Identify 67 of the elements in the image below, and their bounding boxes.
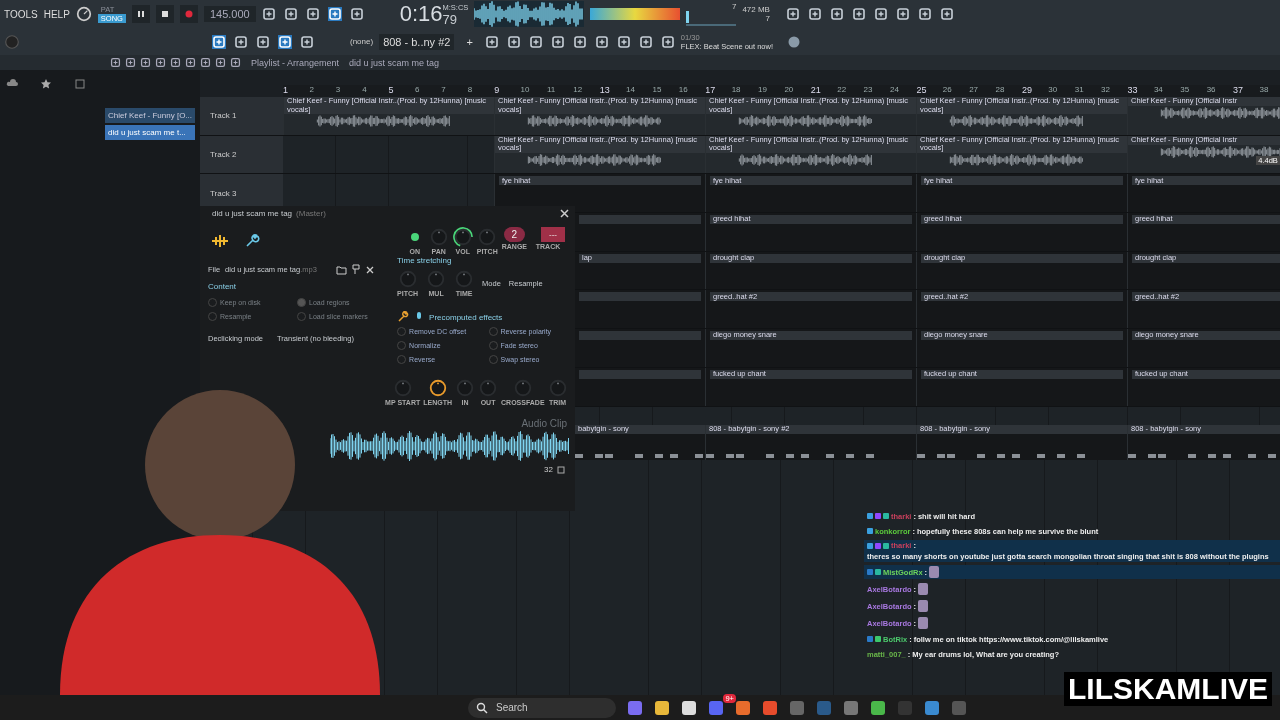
ruler-number: 18: [731, 85, 742, 96]
ruler-number: 7: [441, 85, 447, 96]
ruler-number: 15: [652, 85, 663, 96]
ruler-number: 13: [599, 85, 611, 97]
ruler-number: 37: [1233, 85, 1245, 97]
ruler-number: 23: [863, 85, 874, 96]
add-pattern-button[interactable]: +: [460, 34, 479, 49]
ruler-number: 3: [335, 85, 342, 96]
cpu-readout: 7: [731, 1, 737, 11]
ruler-number: 26: [942, 85, 953, 96]
ruler-number: 19: [758, 85, 768, 96]
track-name[interactable]: Track 2: [210, 150, 237, 160]
ruler-number: 17: [705, 85, 717, 97]
ruler-number: 8: [467, 85, 474, 96]
track-selector[interactable]: ---: [541, 227, 565, 242]
ruler-number: 27: [969, 85, 980, 96]
browser-item[interactable]: Chief Keef - Funny [O...: [105, 108, 195, 123]
polyphony-readout: 7: [765, 14, 770, 23]
ruler-number: 2: [309, 85, 315, 96]
ruler-number: 25: [916, 85, 928, 97]
ruler-number: 30: [1048, 85, 1059, 96]
ruler-number: 28: [995, 85, 1006, 96]
track-name[interactable]: Track 3: [210, 188, 237, 198]
ruler-number: 11: [546, 85, 557, 96]
time-display: 0:16: [399, 1, 443, 27]
ruler-number: 14: [626, 85, 636, 96]
memory-readout: 472 MB: [742, 5, 770, 14]
breadcrumb-item[interactable]: Playlist - Arrangement: [251, 57, 340, 68]
time-centiseconds: 79: [442, 12, 458, 27]
ruler-number: 10: [520, 85, 531, 96]
section-title: Time stretching: [397, 256, 453, 265]
ruler-number: 33: [1127, 85, 1139, 97]
menu-item[interactable]: TOOLS: [4, 8, 38, 20]
zoom-readout: 32: [544, 465, 553, 474]
range-stepper[interactable]: 2: [503, 227, 526, 242]
breadcrumb-item[interactable]: did u just scam me tag: [349, 57, 440, 68]
ruler-number: 12: [573, 85, 584, 96]
ruler-number: 31: [1074, 85, 1085, 96]
ruler-number: 4: [362, 85, 368, 96]
window-caption: Audio Clip: [521, 418, 567, 429]
ruler-number: 32: [1101, 85, 1111, 96]
ruler-number: 1: [283, 85, 289, 97]
browser-item[interactable]: did u just scam me t...: [105, 125, 195, 140]
ruler-number: 38: [1259, 85, 1270, 96]
section-title: Content: [208, 282, 238, 291]
ruler-number: 35: [1180, 85, 1191, 96]
ruler-number: 16: [678, 85, 689, 96]
ruler-number: 22: [837, 85, 848, 96]
window-title: did u just scam me tag: [212, 208, 293, 218]
snap-selector[interactable]: (none): [350, 37, 374, 46]
tempo-field[interactable]: 145.000: [203, 6, 256, 22]
window-subtitle: (Master): [296, 208, 326, 218]
ruler-number: 24: [890, 85, 900, 96]
pattern-selector[interactable]: 808 - b..ny #2: [379, 33, 455, 50]
ruler-number: 29: [1021, 85, 1033, 97]
ruler-number: 5: [388, 85, 395, 97]
section-title: Precomputed effects: [429, 312, 503, 322]
menu-item[interactable]: HELP: [43, 8, 70, 20]
track-name[interactable]: Track 1: [210, 111, 237, 121]
ruler-number: 21: [810, 85, 822, 97]
ruler-number: 6: [414, 85, 421, 96]
ruler-number: 9: [494, 85, 501, 97]
search-field[interactable]: Search: [468, 697, 616, 718]
ruler-number: 20: [784, 85, 795, 96]
channel-name-overlay: LILSKAMLIVE: [1064, 672, 1272, 706]
ruler-number: 34: [1153, 85, 1164, 96]
ruler-number: 36: [1206, 85, 1217, 96]
